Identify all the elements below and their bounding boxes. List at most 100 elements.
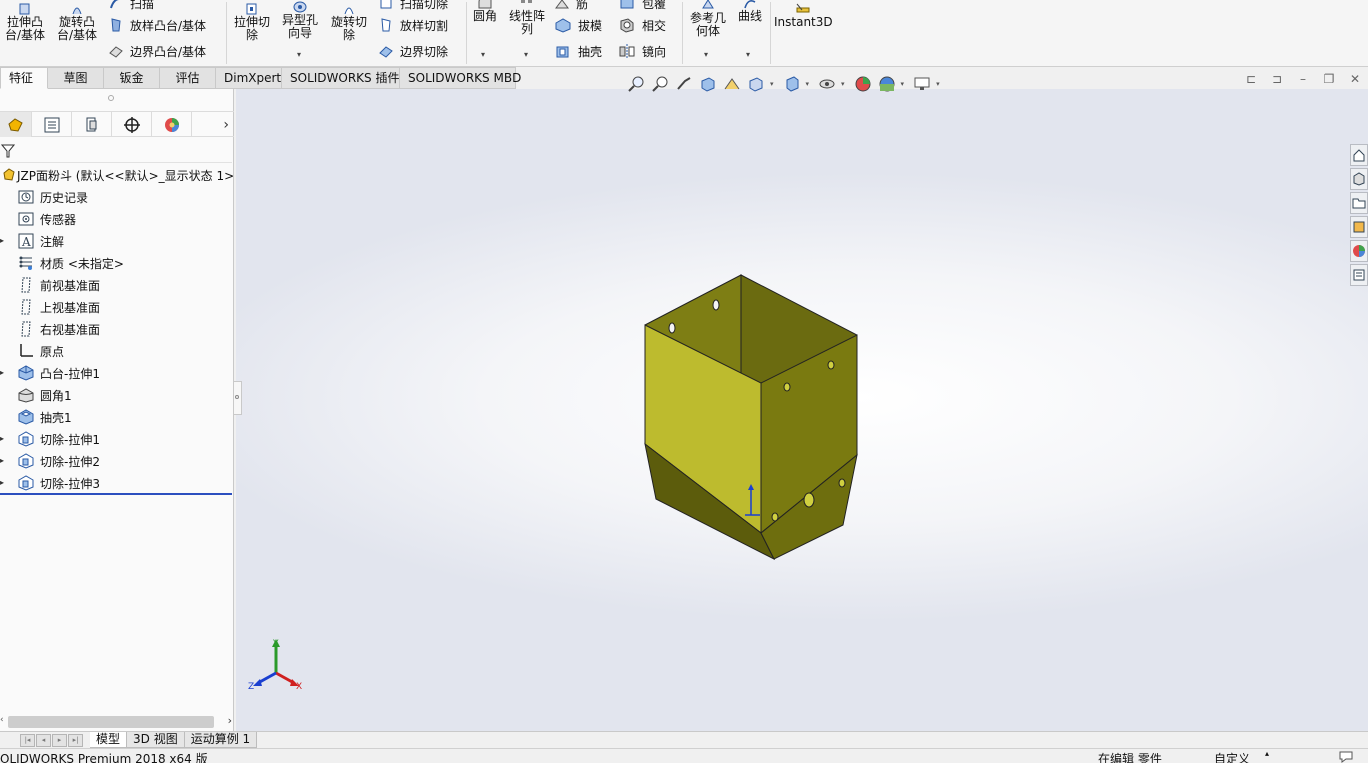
revolve-boss-button[interactable]: 旋转凸 台/基体: [54, 2, 100, 42]
panel-collapse-handle[interactable]: [234, 381, 242, 415]
apply-scene-button[interactable]: [877, 75, 897, 93]
section-view-button[interactable]: [698, 75, 718, 93]
panel-grip-icon[interactable]: [108, 95, 114, 101]
tree-item[interactable]: 抽壳1: [0, 406, 234, 428]
prev-tab-icon[interactable]: ◂: [36, 734, 51, 747]
tree-root-part[interactable]: JZP面粉斗 (默认<<默认>_显示状态 1>: [0, 164, 234, 186]
display-manager-tab[interactable]: [152, 112, 192, 137]
view-settings-button[interactable]: [912, 75, 932, 93]
tree-item[interactable]: 前视基准面: [0, 274, 234, 296]
chevron-down-icon[interactable]: ▾: [770, 80, 774, 88]
graphics-area[interactable]: Y X Z: [236, 89, 1368, 731]
tab-motion-study[interactable]: 运动算例 1: [184, 732, 258, 748]
fillet-dropdown-icon[interactable]: ▾: [481, 50, 485, 59]
next-tab-icon[interactable]: ▸: [52, 734, 67, 747]
shell-button[interactable]: 抽壳: [554, 42, 602, 60]
file-explorer-icon[interactable]: [1350, 192, 1368, 214]
tree-item[interactable]: 历史记录: [0, 186, 234, 208]
tab-sheet-metal[interactable]: 钣金: [104, 67, 160, 89]
tree-item[interactable]: 材质 <未指定>: [0, 252, 234, 274]
scroll-right-icon[interactable]: ›: [228, 714, 232, 727]
draft-button[interactable]: 拔模: [554, 16, 602, 34]
tree-item[interactable]: 圆角1: [0, 384, 234, 406]
zoom-to-area-button[interactable]: [650, 75, 670, 93]
tab-solidworks-mbd[interactable]: SOLIDWORKS MBD: [400, 67, 521, 89]
tab-dimxpert[interactable]: DimXpert: [216, 67, 282, 89]
zoom-to-fit-button[interactable]: [626, 75, 646, 93]
expand-arrow-icon[interactable]: ▸: [0, 237, 6, 245]
loft-cut-button[interactable]: 放样切割: [378, 16, 448, 34]
edit-appearance-button[interactable]: [853, 75, 873, 93]
property-manager-tab[interactable]: [32, 112, 72, 137]
chevron-up-icon[interactable]: ▴: [1265, 749, 1269, 758]
chevron-down-icon[interactable]: ▾: [936, 80, 940, 88]
tab-evaluate[interactable]: 评估: [160, 67, 216, 89]
help-icon[interactable]: [1338, 749, 1354, 763]
restore-icon[interactable]: ❐: [1322, 72, 1336, 86]
instant3d-button[interactable]: Instant3D: [774, 2, 833, 29]
close-icon[interactable]: ✕: [1348, 72, 1362, 86]
tab-solidworks-addins[interactable]: SOLIDWORKS 插件: [282, 67, 400, 89]
sweep-button[interactable]: 扫描: [108, 0, 154, 12]
hole-wizard-button[interactable]: 异型孔 向导: [278, 0, 322, 40]
revolve-cut-button[interactable]: 旋转切 除: [327, 2, 371, 42]
view-palette-icon[interactable]: [1350, 216, 1368, 238]
reference-geometry-dropdown-icon[interactable]: ▾: [704, 50, 708, 59]
part-model[interactable]: Y X Z: [236, 89, 1368, 731]
chevron-down-icon[interactable]: ▾: [841, 80, 845, 88]
curves-dropdown-icon[interactable]: ▾: [746, 50, 750, 59]
hide-show-items-button[interactable]: [817, 75, 837, 93]
previous-view-button[interactable]: [674, 75, 694, 93]
expand-arrow-icon[interactable]: ▸: [0, 457, 6, 465]
tree-item[interactable]: ▸ 切除-拉伸1: [0, 428, 234, 450]
tile-left-icon[interactable]: ⊏: [1244, 72, 1258, 86]
tree-item[interactable]: ▸ 凸台-拉伸1: [0, 362, 234, 384]
fillet-button[interactable]: 圆角: [470, 0, 500, 23]
chevron-down-icon[interactable]: ▾: [806, 80, 810, 88]
first-tab-icon[interactable]: |◂: [20, 734, 35, 747]
tab-sketch[interactable]: 草图: [48, 67, 104, 89]
tab-features[interactable]: 特征: [0, 67, 48, 89]
home-icon[interactable]: [1350, 144, 1368, 166]
sweep-cut-button[interactable]: 扫描切除: [378, 0, 448, 12]
scroll-left-icon[interactable]: ‹: [0, 715, 4, 725]
reference-geometry-button[interactable]: 参考几 何体: [686, 0, 730, 38]
dynamic-annotation-button[interactable]: [722, 75, 742, 93]
configuration-manager-tab[interactable]: [72, 112, 112, 137]
chevron-down-icon[interactable]: ▾: [901, 80, 905, 88]
boundary-boss-button[interactable]: 边界凸台/基体: [108, 42, 206, 60]
tab-3d-views[interactable]: 3D 视图: [127, 732, 185, 748]
tree-item[interactable]: 原点: [0, 340, 234, 362]
tab-model[interactable]: 模型: [90, 732, 128, 748]
feature-manager-tab[interactable]: [0, 112, 32, 137]
tile-right-icon[interactable]: ⊐: [1270, 72, 1284, 86]
tree-filter[interactable]: [0, 139, 232, 163]
minimize-icon[interactable]: –: [1296, 72, 1310, 86]
dimxpert-manager-tab[interactable]: [112, 112, 152, 137]
boundary-cut-button[interactable]: 边界切除: [378, 42, 448, 60]
linear-pattern-dropdown-icon[interactable]: ▾: [524, 50, 528, 59]
hole-wizard-dropdown-icon[interactable]: ▾: [297, 50, 301, 59]
design-library-icon[interactable]: [1350, 168, 1368, 190]
tree-item[interactable]: ▸ 切除-拉伸2: [0, 450, 234, 472]
expand-arrow-icon[interactable]: ▸: [0, 369, 6, 377]
display-style-button[interactable]: [782, 75, 802, 93]
expand-arrow-icon[interactable]: ▸: [0, 435, 6, 443]
linear-pattern-button[interactable]: 线性阵 列: [505, 0, 549, 36]
appearances-icon[interactable]: [1350, 240, 1368, 262]
extrude-boss-button[interactable]: 拉伸凸 台/基体: [2, 2, 48, 42]
rib-button[interactable]: 筋: [554, 0, 588, 12]
tree-item[interactable]: ▸ A 注解: [0, 230, 234, 252]
loft-boss-button[interactable]: 放样凸台/基体: [108, 16, 206, 34]
intersect-button[interactable]: 相交: [618, 16, 666, 34]
mirror-button[interactable]: 镜向: [618, 42, 666, 60]
extrude-cut-button[interactable]: 拉伸切 除: [230, 2, 274, 42]
last-tab-icon[interactable]: ▸|: [68, 734, 83, 747]
scrollbar-thumb[interactable]: [8, 716, 214, 728]
tree-item[interactable]: 右视基准面: [0, 318, 234, 340]
wrap-button[interactable]: 包覆: [618, 0, 666, 12]
tree-item[interactable]: 上视基准面: [0, 296, 234, 318]
rollback-bar[interactable]: [0, 493, 232, 495]
tree-item[interactable]: ▸ 切除-拉伸3: [0, 472, 234, 494]
view-orientation-button[interactable]: [746, 75, 766, 93]
